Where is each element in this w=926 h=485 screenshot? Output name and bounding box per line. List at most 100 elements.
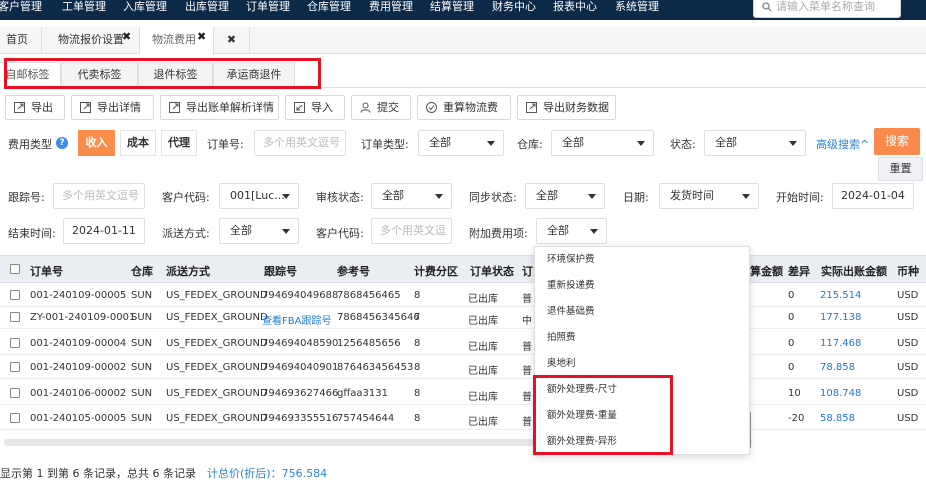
row-checkbox[interactable] <box>10 290 20 300</box>
cell-order-type: 普 <box>522 294 532 305</box>
dropdown-option[interactable]: 退件基础费 <box>535 299 747 325</box>
nav-item-outbound[interactable]: 出库管理 <box>185 0 229 20</box>
nav-item-settlement[interactable]: 结算管理 <box>430 0 474 20</box>
col-order-no[interactable]: 订单号 <box>30 263 63 279</box>
dropdown-option[interactable]: 重新投递费 <box>535 273 747 299</box>
order-type-select[interactable]: 全部 <box>418 130 504 156</box>
col-tracking[interactable]: 跟踪号 <box>264 263 297 279</box>
chevron-down-icon <box>588 194 596 199</box>
close-icon[interactable]: ✖ <box>122 24 131 49</box>
fee-type-cost[interactable]: 成本 <box>120 130 156 156</box>
cell-reference: gffaa3131 <box>337 388 388 399</box>
dropdown-option[interactable]: 奥地利 <box>535 351 747 377</box>
status-select[interactable]: 全部 <box>704 130 806 156</box>
chevron-down-icon <box>590 229 598 234</box>
cell-billing-zone: 8 <box>414 290 421 301</box>
col-warehouse[interactable]: 仓库 <box>131 263 153 279</box>
cell-actual-amount[interactable]: 117.468 <box>820 338 861 349</box>
search-icon <box>762 2 772 12</box>
row-checkbox[interactable] <box>10 388 20 398</box>
col-order-status[interactable]: 订单状态 <box>470 263 514 279</box>
cell-actual-amount[interactable]: 58.858 <box>820 413 855 424</box>
col-order-type[interactable]: 订 <box>522 263 533 279</box>
cell-actual-amount[interactable]: 108.748 <box>820 388 861 399</box>
row-checkbox[interactable] <box>10 362 20 372</box>
extra-fee-select[interactable]: 全部 <box>536 218 607 244</box>
advanced-search-link[interactable]: 高级搜索^ <box>816 136 869 152</box>
tab-logistics-fees[interactable]: 物流费用 ✖ <box>140 27 214 55</box>
search-button[interactable]: 搜索 <box>874 128 920 155</box>
help-icon[interactable]: ? <box>56 137 68 149</box>
table-row[interactable]: 001-240106-00002 SUN US_FEDEX_GROUND 794… <box>0 383 926 405</box>
export-button[interactable]: 导出 <box>5 95 65 120</box>
table-row[interactable]: 001-240105-00005 SUN US_FEDEX_GROUND 794… <box>0 408 926 430</box>
sync-status-select[interactable]: 全部 <box>525 183 605 209</box>
menu-search-input[interactable] <box>776 0 896 14</box>
cell-delivery: US_FEDEX_GROUND <box>166 312 268 323</box>
import-button[interactable]: 导入 <box>285 95 345 120</box>
close-all-tabs-button[interactable]: ✖ <box>214 27 250 53</box>
export-icon <box>80 102 91 113</box>
table-row[interactable]: 001-240109-00002 SUN US_FEDEX_GROUND 794… <box>0 357 926 379</box>
export-details-button[interactable]: 导出详情 <box>71 95 154 120</box>
col-calc-amount[interactable]: 算金额 <box>750 263 783 279</box>
nav-item-finance[interactable]: 财务中心 <box>492 0 536 20</box>
warehouse-select[interactable]: 全部 <box>551 130 654 156</box>
fee-type-income[interactable]: 收入 <box>78 130 115 156</box>
nav-item-system[interactable]: 系统管理 <box>615 0 659 20</box>
audit-status-select[interactable]: 全部 <box>371 183 452 209</box>
col-billing-zone[interactable]: 计费分区 <box>414 263 458 279</box>
dropdown-option[interactable]: 环境保护费 <box>535 247 747 273</box>
table-row[interactable]: ZY-001-240109-0001 SUN US_FEDEX_GROUND 查… <box>0 307 926 329</box>
chevron-down-icon <box>487 141 495 146</box>
nav-item-orders[interactable]: 订单管理 <box>246 0 290 20</box>
col-actual-amount[interactable]: 实际出账金额 <box>821 263 887 279</box>
cell-actual-amount[interactable]: 177.138 <box>820 312 861 323</box>
date-type-select[interactable]: 发货时间 <box>659 183 759 209</box>
select-value: 全部 <box>429 136 451 149</box>
export-icon <box>14 102 25 113</box>
cell-warehouse: SUN <box>131 290 153 301</box>
col-currency[interactable]: 币种 <box>897 263 919 279</box>
start-time-input[interactable]: 2024-01-04 <box>832 183 914 209</box>
nav-item-warehouse[interactable]: 仓库管理 <box>307 0 351 20</box>
close-icon[interactable]: ✖ <box>197 24 206 49</box>
top-nav-bar: 客户管理 工单管理 入库管理 出库管理 订单管理 仓库管理 费用管理 结算管理 … <box>0 0 926 20</box>
tab-logistics-quote-settings[interactable]: 物流报价设置 ✖ <box>42 27 140 53</box>
tab-home[interactable]: 首页 <box>0 27 42 53</box>
nav-item-reports[interactable]: 报表中心 <box>553 0 597 20</box>
status-label: 状态: <box>670 138 696 151</box>
col-delivery[interactable]: 派送方式 <box>166 263 210 279</box>
row-checkbox[interactable] <box>10 312 20 322</box>
customer-code-select[interactable]: 001[Luc... <box>219 183 299 209</box>
highlight-annotation <box>533 375 673 455</box>
col-reference[interactable]: 参考号 <box>337 263 370 279</box>
export-finance-data-button[interactable]: 导出财务数据 <box>517 95 616 120</box>
fee-type-agent[interactable]: 代理 <box>161 130 197 156</box>
recalculate-logistics-fee-button[interactable]: 重算物流费 <box>417 95 511 120</box>
end-time-input[interactable]: 2024-01-11 <box>63 218 145 244</box>
row-checkbox[interactable] <box>10 413 20 423</box>
tracking-input[interactable]: 多个用英文逗号 <box>53 183 145 209</box>
delivery-method-select[interactable]: 全部 <box>219 218 299 244</box>
order-no-input[interactable]: 多个用英文逗号 <box>254 130 346 156</box>
view-fba-tracking-link[interactable]: 查看FBA跟踪号 <box>262 312 331 327</box>
cell-delivery: US_FEDEX_GROUND <box>166 290 268 301</box>
export-bill-details-button[interactable]: 导出账单解析详情 <box>160 95 279 120</box>
fee-table: 订单号 仓库 派送方式 跟踪号 参考号 计费分区 订单状态 订 算金额 差异 实… <box>0 255 926 445</box>
submit-button[interactable]: 提交 <box>351 95 411 120</box>
cell-actual-amount[interactable]: 215.514 <box>820 290 861 301</box>
cell-actual-amount[interactable]: 78.858 <box>820 362 855 373</box>
nav-item-fees[interactable]: 费用管理 <box>369 0 413 20</box>
table-row[interactable]: 001-240109-00004 SUN US_FEDEX_GROUND 794… <box>0 333 926 355</box>
row-checkbox[interactable] <box>10 338 20 348</box>
col-difference[interactable]: 差异 <box>788 263 810 279</box>
nav-item-customers[interactable]: 客户管理 <box>0 0 42 20</box>
table-row[interactable]: 001-240109-00005 SUN US_FEDEX_GROUND 794… <box>0 285 926 307</box>
dropdown-option[interactable]: 拍照费 <box>535 325 747 351</box>
nav-item-workorders[interactable]: 工单管理 <box>62 0 106 20</box>
nav-item-inbound[interactable]: 入库管理 <box>123 0 167 20</box>
select-all-checkbox[interactable] <box>10 264 20 274</box>
reset-button[interactable]: 重置 <box>878 157 923 181</box>
customer-code2-input[interactable]: 多个用英文逗 <box>371 218 452 244</box>
